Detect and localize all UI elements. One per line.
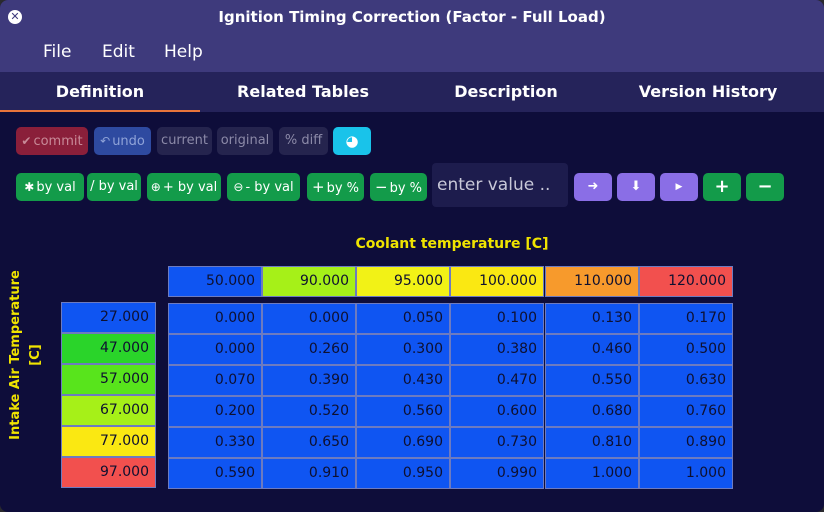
- y-header-cell[interactable]: 47.000: [61, 333, 156, 364]
- table-cell[interactable]: 0.950: [356, 458, 450, 489]
- add-by-percent-button[interactable]: + by %: [307, 173, 364, 201]
- table-cell[interactable]: 0.430: [356, 365, 450, 396]
- table-cell[interactable]: 0.520: [262, 396, 356, 427]
- chevron-right-icon: ▶: [675, 182, 683, 192]
- original-button[interactable]: original: [217, 127, 273, 155]
- asterisk-icon: ✱: [24, 180, 35, 194]
- plus-icon: +: [714, 176, 730, 197]
- minus-circle-icon: ⊖: [233, 180, 244, 194]
- x-header-cell[interactable]: 90.000: [262, 266, 356, 297]
- table-cell[interactable]: 0.170: [639, 303, 733, 334]
- table-cell[interactable]: 0.070: [168, 365, 262, 396]
- arrow-right-icon: ➜: [587, 179, 599, 194]
- table-cell[interactable]: 0.550: [545, 365, 639, 396]
- menu-file[interactable]: File: [43, 42, 71, 62]
- x-header-cell[interactable]: 95.000: [356, 266, 450, 297]
- table-cell[interactable]: 0.260: [262, 334, 356, 365]
- table-cell[interactable]: 0.890: [639, 427, 733, 458]
- current-button[interactable]: current: [157, 127, 212, 155]
- table-cell[interactable]: 0.690: [356, 427, 450, 458]
- table-cell[interactable]: 0.380: [450, 334, 544, 365]
- y-header-cell[interactable]: 27.000: [61, 302, 156, 333]
- minus-icon: −: [757, 176, 773, 197]
- close-icon[interactable]: ✕: [8, 10, 22, 24]
- table-cell[interactable]: 0.000: [168, 303, 262, 334]
- next-button[interactable]: ▶: [660, 173, 698, 201]
- table-cell[interactable]: 0.000: [262, 303, 356, 334]
- fill-down-button[interactable]: ⬇: [617, 173, 655, 201]
- plus-circle-icon: ⊕: [150, 180, 161, 194]
- percent-diff-button[interactable]: % diff: [279, 127, 328, 155]
- table-cell[interactable]: 0.810: [545, 427, 639, 458]
- table-cell[interactable]: 0.460: [545, 334, 639, 365]
- fill-right-button[interactable]: ➜: [574, 173, 612, 201]
- commit-button[interactable]: ✔ commit: [16, 127, 88, 155]
- menu-help[interactable]: Help: [164, 42, 203, 62]
- multiply-by-value-button[interactable]: ✱ by val: [16, 173, 84, 201]
- x-header-cell[interactable]: 50.000: [168, 266, 262, 297]
- menu-bar: File Edit Help: [0, 34, 824, 72]
- chart-toggle-button[interactable]: ◕: [333, 127, 371, 155]
- window-title: Ignition Timing Correction (Factor - Ful…: [218, 8, 606, 26]
- table-cell[interactable]: 0.300: [356, 334, 450, 365]
- menu-edit[interactable]: Edit: [102, 42, 135, 62]
- y-header-cell[interactable]: 67.000: [61, 395, 156, 426]
- table-cell[interactable]: 0.630: [639, 365, 733, 396]
- table-cell[interactable]: 0.910: [262, 458, 356, 489]
- add-by-value-button[interactable]: ⊕ + by val: [147, 173, 221, 201]
- table-cell[interactable]: 0.990: [450, 458, 544, 489]
- y-header-cell[interactable]: 57.000: [61, 364, 156, 395]
- tab-description[interactable]: Description: [406, 72, 606, 112]
- x-header-cell[interactable]: 120.000: [639, 266, 733, 297]
- table-cell[interactable]: 1.000: [545, 458, 639, 489]
- undo-button[interactable]: ↶ undo: [94, 127, 151, 155]
- table-cell[interactable]: 0.330: [168, 427, 262, 458]
- table-cell[interactable]: 0.650: [262, 427, 356, 458]
- divide-by-value-button[interactable]: / by val: [87, 173, 141, 201]
- table-cell[interactable]: 0.390: [262, 365, 356, 396]
- table-cell[interactable]: 0.560: [356, 396, 450, 427]
- table-cell[interactable]: 0.100: [450, 303, 544, 334]
- y-axis-label-line2: [C]: [28, 344, 43, 366]
- tab-version-history[interactable]: Version History: [608, 72, 808, 112]
- undo-icon: ↶: [100, 134, 111, 148]
- value-input[interactable]: [432, 163, 568, 207]
- x-axis-label: Coolant temperature [C]: [355, 236, 549, 252]
- app-window: ✕ Ignition Timing Correction (Factor - F…: [0, 0, 824, 512]
- table-cell[interactable]: 0.000: [168, 334, 262, 365]
- table-cell[interactable]: 0.500: [639, 334, 733, 365]
- table-cell[interactable]: 0.130: [545, 303, 639, 334]
- y-header-cell[interactable]: 97.000: [61, 457, 156, 488]
- subtract-by-value-button[interactable]: ⊖ - by val: [227, 173, 300, 201]
- decrement-button[interactable]: −: [746, 173, 784, 201]
- table-cell[interactable]: 0.050: [356, 303, 450, 334]
- plus-icon: +: [311, 178, 325, 196]
- table-cell[interactable]: 0.760: [639, 396, 733, 427]
- x-header-cell[interactable]: 100.000: [450, 266, 544, 297]
- table-cell[interactable]: 0.200: [168, 396, 262, 427]
- y-axis-label-line1: Intake Air Temperature: [8, 270, 23, 440]
- table-cell[interactable]: 0.680: [545, 396, 639, 427]
- increment-button[interactable]: +: [703, 173, 741, 201]
- check-icon: ✔: [21, 134, 32, 148]
- y-header-cell[interactable]: 77.000: [61, 426, 156, 457]
- table-cell[interactable]: 1.000: [639, 458, 733, 489]
- minus-icon: −: [374, 178, 388, 196]
- tab-related-tables[interactable]: Related Tables: [203, 72, 403, 112]
- title-bar: ✕ Ignition Timing Correction (Factor - F…: [0, 0, 824, 34]
- table-cell[interactable]: 0.600: [450, 396, 544, 427]
- table-cell[interactable]: 0.470: [450, 365, 544, 396]
- x-header-cell[interactable]: 110.000: [545, 266, 639, 297]
- pie-chart-icon: ◕: [345, 132, 359, 150]
- subtract-by-percent-button[interactable]: − by %: [370, 173, 427, 201]
- table-cell[interactable]: 0.590: [168, 458, 262, 489]
- tab-definition[interactable]: Definition: [0, 72, 200, 112]
- arrow-down-icon: ⬇: [630, 179, 642, 194]
- tab-bar: Definition Related Tables Description Ve…: [0, 72, 824, 112]
- table-cell[interactable]: 0.730: [450, 427, 544, 458]
